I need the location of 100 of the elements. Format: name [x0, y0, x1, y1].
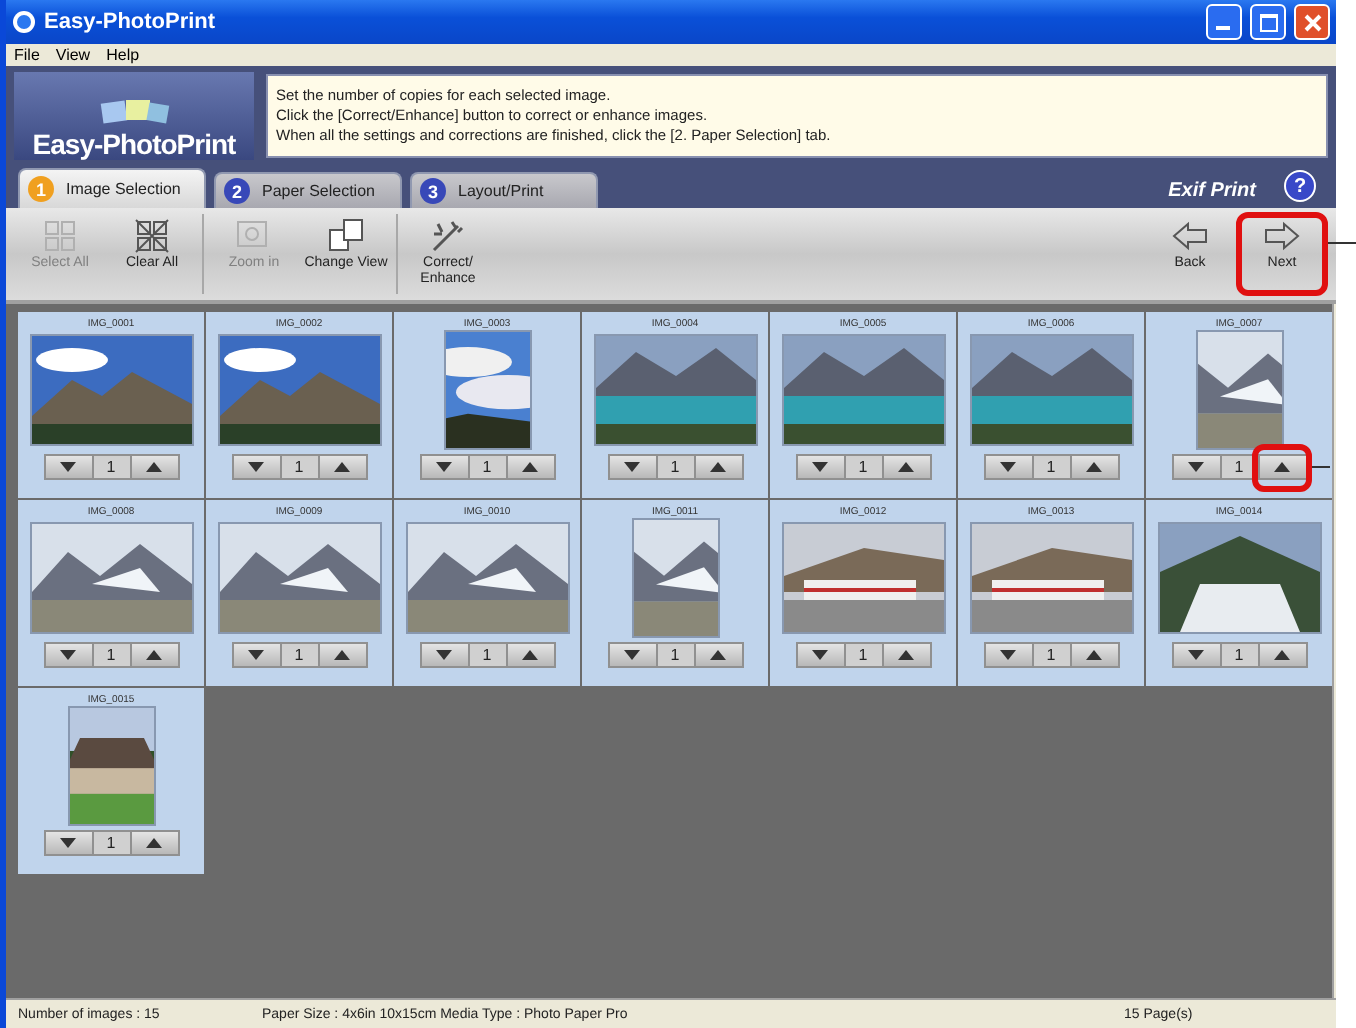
maximize-button[interactable] — [1250, 4, 1286, 40]
app-icon — [12, 10, 36, 34]
down-arrow-icon — [1000, 462, 1016, 472]
up-arrow-icon — [1274, 650, 1290, 660]
copies-spinner[interactable]: 1 — [983, 454, 1119, 480]
copies-spinner[interactable]: 1 — [231, 454, 367, 480]
copies-spinner[interactable]: 1 — [983, 642, 1119, 668]
up-arrow-icon — [146, 462, 162, 472]
up-arrow-icon — [334, 462, 350, 472]
decrease-button[interactable] — [609, 456, 657, 478]
copies-spinner[interactable]: 1 — [1171, 454, 1307, 480]
increase-button[interactable] — [317, 644, 365, 666]
decrease-button[interactable] — [797, 456, 845, 478]
down-arrow-icon — [812, 650, 828, 660]
copies-spinner[interactable]: 1 — [43, 454, 179, 480]
down-arrow-icon — [1000, 650, 1016, 660]
down-arrow-icon — [812, 462, 828, 472]
increase-button[interactable] — [693, 644, 741, 666]
windows-icon — [326, 218, 366, 254]
up-arrow-icon — [146, 650, 162, 660]
decrease-button[interactable] — [45, 456, 93, 478]
decrease-button[interactable] — [45, 832, 93, 854]
down-arrow-icon — [248, 650, 264, 660]
close-icon — [1303, 13, 1321, 31]
copies-spinner[interactable]: 1 — [1171, 642, 1307, 668]
right-arrow-icon — [1262, 218, 1302, 254]
decrease-button[interactable] — [985, 644, 1033, 666]
up-arrow-icon — [710, 650, 726, 660]
step-tab[interactable]: 3 Layout/Print — [410, 172, 598, 208]
copies-spinner[interactable]: 1 — [795, 642, 931, 668]
leader-line — [1328, 242, 1356, 244]
down-arrow-icon — [60, 650, 76, 660]
grid-icon — [40, 218, 80, 254]
grid-cross-icon — [132, 218, 172, 254]
menu-item[interactable]: File — [14, 46, 40, 64]
decrease-button[interactable] — [233, 644, 281, 666]
decrease-button[interactable] — [609, 644, 657, 666]
app-logo: Easy-PhotoPrint — [14, 71, 254, 159]
increase-button[interactable] — [881, 456, 929, 478]
decrease-button[interactable] — [985, 456, 1033, 478]
increase-button[interactable] — [881, 644, 929, 666]
increase-button[interactable] — [693, 456, 741, 478]
menu-item[interactable]: View — [55, 46, 91, 64]
increase-button[interactable] — [317, 456, 365, 478]
decrease-button[interactable] — [1173, 644, 1221, 666]
help-button[interactable]: ? — [1284, 170, 1316, 202]
increase-button[interactable] — [1257, 644, 1305, 666]
left-arrow-icon — [1170, 218, 1210, 254]
up-arrow-icon — [1086, 650, 1102, 660]
down-arrow-icon — [1188, 650, 1204, 660]
up-arrow-icon — [898, 462, 914, 472]
down-arrow-icon — [1188, 462, 1204, 472]
up-arrow-icon — [710, 462, 726, 472]
close-button[interactable] — [1294, 4, 1330, 40]
brand-logo: Exif Print — [1168, 180, 1256, 202]
window-title: Easy-PhotoPrint — [44, 10, 218, 34]
down-arrow-icon — [436, 650, 452, 660]
increase-button[interactable] — [1069, 644, 1117, 666]
copies-spinner[interactable]: 1 — [419, 642, 555, 668]
up-arrow-icon — [1086, 462, 1102, 472]
minimize-button[interactable] — [1206, 4, 1242, 40]
up-arrow-icon — [1274, 462, 1290, 472]
up-arrow-icon — [146, 838, 162, 848]
increase-button[interactable] — [1257, 456, 1305, 478]
copies-spinner[interactable]: 1 — [231, 642, 367, 668]
decrease-button[interactable] — [1173, 456, 1221, 478]
down-arrow-icon — [624, 462, 640, 472]
copies-spinner[interactable]: 1 — [43, 830, 179, 856]
step-tab[interactable]: 1 Image Selection — [18, 168, 206, 208]
decrease-button[interactable] — [797, 644, 845, 666]
down-arrow-icon — [60, 462, 76, 472]
down-arrow-icon — [248, 462, 264, 472]
down-arrow-icon — [60, 838, 76, 848]
leader-line — [1312, 466, 1330, 468]
maximize-icon — [1259, 13, 1277, 31]
up-arrow-icon — [334, 650, 350, 660]
copies-spinner[interactable]: 1 — [795, 454, 931, 480]
increase-button[interactable] — [505, 644, 553, 666]
down-arrow-icon — [436, 462, 452, 472]
increase-button[interactable] — [505, 456, 553, 478]
up-arrow-icon — [522, 650, 538, 660]
up-arrow-icon — [522, 462, 538, 472]
increase-button[interactable] — [1069, 456, 1117, 478]
copies-spinner[interactable]: 1 — [607, 642, 743, 668]
decrease-button[interactable] — [233, 456, 281, 478]
decrease-button[interactable] — [421, 456, 469, 478]
copies-spinner[interactable]: 1 — [43, 642, 179, 668]
menu-item[interactable]: Help — [106, 46, 140, 64]
increase-button[interactable] — [129, 456, 177, 478]
wand-icon — [428, 218, 468, 254]
scrollbar[interactable] — [1332, 304, 1336, 998]
step-tab[interactable]: 2 Paper Selection — [214, 172, 402, 208]
up-arrow-icon — [898, 650, 914, 660]
decrease-button[interactable] — [421, 644, 469, 666]
decrease-button[interactable] — [45, 644, 93, 666]
increase-button[interactable] — [129, 644, 177, 666]
increase-button[interactable] — [129, 832, 177, 854]
copies-spinner[interactable]: 1 — [419, 454, 555, 480]
copies-spinner[interactable]: 1 — [607, 454, 743, 480]
highlight-frame — [1236, 212, 1328, 296]
